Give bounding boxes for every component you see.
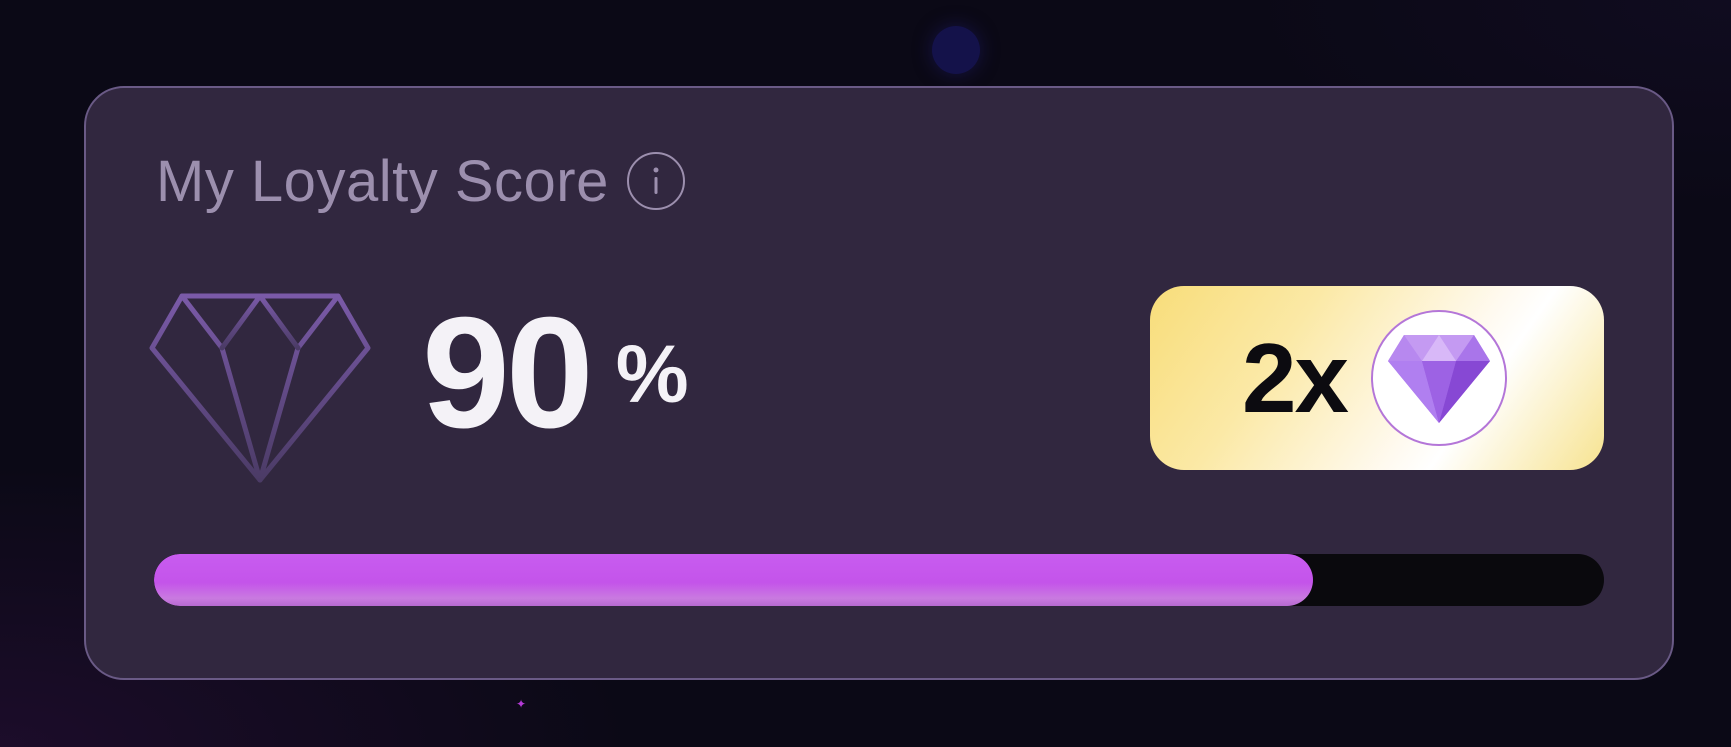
diamond-gem-icon (1371, 310, 1508, 446)
multiplier-badge: 2x (1150, 286, 1604, 470)
diamond-outline-icon (148, 292, 372, 484)
page-background: ✦ My Loyalty Score 90 % 2x (0, 0, 1731, 747)
score-value: 90 (422, 285, 594, 461)
card-header: My Loyalty Score (156, 146, 685, 216)
multiplier-label: 2x (1242, 323, 1349, 433)
loyalty-progress-bar (154, 554, 1604, 606)
loyalty-progress-fill (154, 554, 1313, 606)
score-unit: % (615, 329, 689, 420)
decorative-glow-dot (932, 26, 980, 74)
loyalty-score-card: My Loyalty Score 90 % 2x (84, 86, 1674, 680)
loyalty-score: 90 % (422, 294, 689, 452)
decorative-sparkle-icon: ✦ (516, 697, 527, 711)
info-icon[interactable] (626, 152, 685, 210)
card-title: My Loyalty Score (156, 148, 609, 214)
